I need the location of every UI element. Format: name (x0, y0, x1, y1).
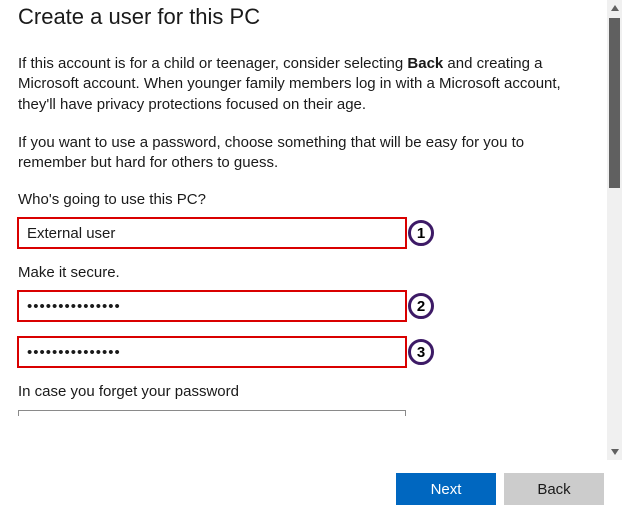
secure-label: Make it secure. (18, 264, 589, 281)
page-title: Create a user for this PC (18, 4, 589, 30)
password-input[interactable] (18, 291, 406, 321)
scroll-down-arrow-icon[interactable] (607, 444, 622, 460)
callout-badge-2: 2 (408, 293, 434, 319)
scroll-up-arrow-icon[interactable] (607, 0, 622, 16)
dialog-create-user: Create a user for this PC If this accoun… (0, 0, 622, 517)
security-question-field-wrap (18, 410, 406, 416)
confirm-password-field-wrap: 3 (18, 337, 406, 367)
intro-paragraph: If this account is for a child or teenag… (18, 54, 589, 115)
username-label: Who's going to use this PC? (18, 191, 589, 208)
dialog-footer: Next Back (0, 461, 622, 517)
callout-badge-1: 1 (408, 220, 434, 246)
password-field-wrap: 2 (18, 291, 406, 321)
back-button[interactable]: Back (504, 473, 604, 505)
confirm-password-input[interactable] (18, 337, 406, 367)
scroll-thumb[interactable] (609, 18, 620, 188)
intro-text-pre: If this account is for a child or teenag… (18, 55, 407, 72)
username-field-wrap: 1 (18, 218, 406, 248)
content-scroll-area: Create a user for this PC If this accoun… (0, 0, 607, 460)
callout-badge-3: 3 (408, 339, 434, 365)
next-button[interactable]: Next (396, 473, 496, 505)
security-question-input[interactable] (18, 410, 406, 416)
forget-password-label: In case you forget your password (18, 383, 589, 400)
vertical-scrollbar[interactable] (607, 0, 622, 460)
password-hint-paragraph: If you want to use a password, choose so… (18, 133, 589, 174)
username-input[interactable] (18, 218, 406, 248)
intro-text-bold: Back (407, 55, 443, 72)
